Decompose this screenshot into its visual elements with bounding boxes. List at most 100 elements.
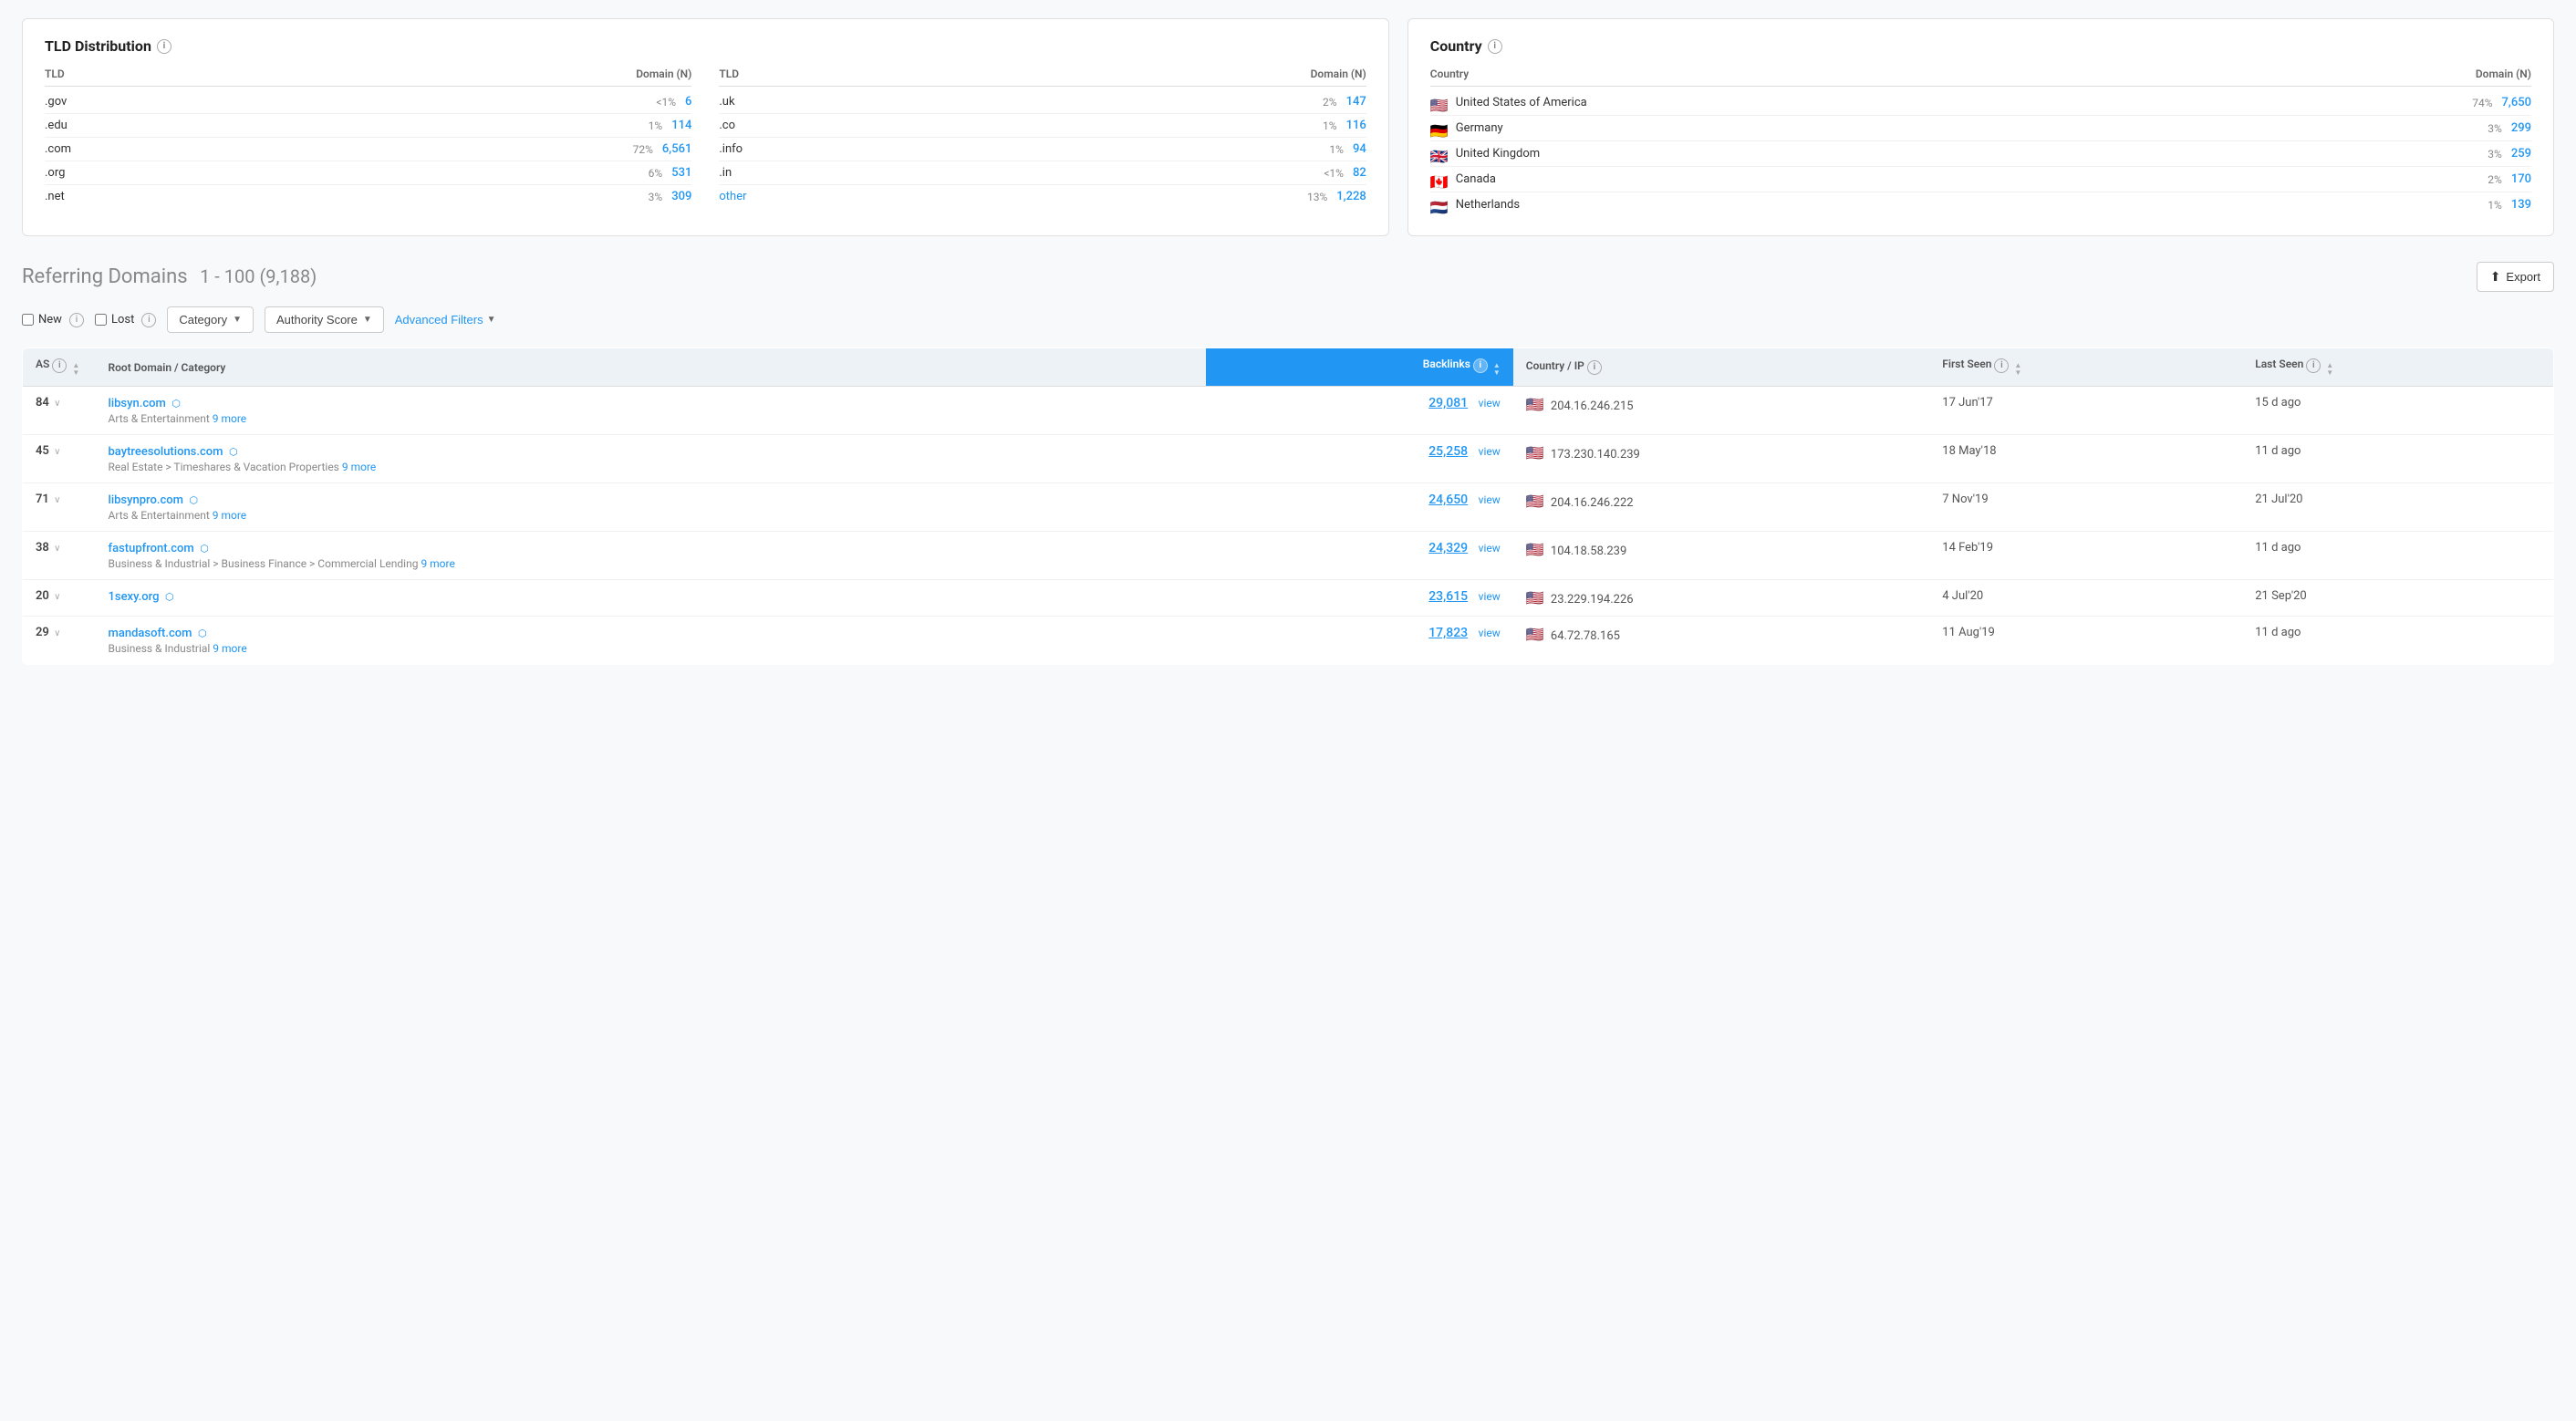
- backlinks-count-link[interactable]: 25,258: [1428, 444, 1468, 459]
- backlinks-info-icon[interactable]: i: [1473, 358, 1488, 373]
- country-count-link[interactable]: 170: [2511, 172, 2531, 186]
- country-left: 🇩🇪 Germany: [1430, 121, 1503, 135]
- th-last-seen[interactable]: Last Seen i ▲▼: [2242, 348, 2553, 387]
- tld-count-link[interactable]: 1,228: [1336, 190, 1366, 203]
- external-link-icon[interactable]: ⬡: [189, 494, 198, 506]
- backlinks-count-link[interactable]: 17,823: [1428, 626, 1468, 640]
- country-left: 🇺🇸 United States of America: [1430, 96, 1587, 109]
- country-count-link[interactable]: 7,650: [2502, 96, 2531, 109]
- more-categories-link[interactable]: 9 more: [421, 557, 454, 570]
- as-info-icon[interactable]: i: [52, 358, 67, 373]
- domain-link[interactable]: libsynpro.com: [109, 493, 183, 507]
- country-right: 2% 170: [2488, 172, 2531, 186]
- tld-pct: 3%: [649, 191, 663, 203]
- country-flag: 🇺🇸: [1430, 97, 1449, 109]
- expand-arrow-icon[interactable]: ∨: [54, 544, 60, 554]
- country-name: United Kingdom: [1456, 147, 1540, 161]
- tld-info-icon[interactable]: i: [157, 39, 171, 54]
- expand-arrow-icon[interactable]: ∨: [54, 495, 60, 505]
- tld-row: other 13% 1,228: [719, 185, 1366, 208]
- category-text: Real Estate > Timeshares & Vacation Prop…: [109, 461, 1193, 473]
- more-categories-link[interactable]: 9 more: [342, 461, 376, 473]
- country-count-link[interactable]: 299: [2511, 121, 2531, 135]
- expand-arrow-icon[interactable]: ∨: [54, 628, 60, 638]
- as-number: 29: [36, 626, 49, 639]
- row-flag: 🇺🇸: [1526, 396, 1544, 413]
- view-backlinks-link[interactable]: view: [1479, 397, 1501, 410]
- tld-label: .edu: [45, 119, 68, 132]
- country-ip-info-icon[interactable]: i: [1587, 360, 1602, 375]
- first-seen-info-icon[interactable]: i: [1994, 358, 2009, 373]
- tld-count-link[interactable]: 114: [671, 119, 691, 132]
- backlinks-count-link[interactable]: 24,329: [1428, 541, 1468, 555]
- view-backlinks-link[interactable]: view: [1479, 542, 1501, 555]
- country-right: 1% 139: [2488, 198, 2531, 212]
- view-backlinks-link[interactable]: view: [1479, 445, 1501, 458]
- country-count-link[interactable]: 259: [2511, 147, 2531, 161]
- external-link-icon[interactable]: ⬡: [200, 543, 209, 555]
- last-seen-info-icon[interactable]: i: [2306, 358, 2321, 373]
- external-link-icon[interactable]: ⬡: [198, 628, 207, 639]
- tld-pct: 13%: [1307, 191, 1327, 203]
- th-backlinks[interactable]: Backlinks i ▲▼: [1206, 348, 1513, 387]
- tld-count-link[interactable]: 82: [1353, 166, 1366, 180]
- export-button[interactable]: ⬆ Export: [2477, 262, 2554, 292]
- domain-link[interactable]: libsyn.com: [109, 397, 166, 410]
- country-flag: 🇩🇪: [1430, 122, 1449, 135]
- more-categories-link[interactable]: 9 more: [213, 509, 246, 522]
- new-filter-info-icon[interactable]: i: [69, 313, 84, 327]
- th-first-seen[interactable]: First Seen i ▲▼: [1929, 348, 2242, 387]
- domain-link[interactable]: mandasoft.com: [109, 627, 192, 640]
- category-dropdown[interactable]: Category ▼: [167, 306, 254, 333]
- view-backlinks-link[interactable]: view: [1479, 590, 1501, 603]
- expand-arrow-icon[interactable]: ∨: [54, 399, 60, 409]
- tld-count-link[interactable]: 6,561: [662, 142, 691, 156]
- backlinks-count-link[interactable]: 29,081: [1428, 396, 1468, 410]
- referring-domains-table: AS i ▲▼ Root Domain / Category Backlinks…: [22, 347, 2554, 665]
- more-categories-link[interactable]: 9 more: [213, 412, 246, 425]
- country-count-link[interactable]: 139: [2511, 198, 2531, 212]
- country-pct: 74%: [2472, 97, 2492, 109]
- more-categories-link[interactable]: 9 more: [213, 642, 246, 655]
- tld-count-link[interactable]: 94: [1353, 142, 1366, 156]
- new-filter-checkbox[interactable]: New i: [22, 313, 84, 327]
- lost-filter-checkbox[interactable]: Lost i: [95, 313, 156, 327]
- as-number: 84: [36, 396, 49, 410]
- as-number: 20: [36, 589, 49, 603]
- backlinks-cell: 17,823 view: [1206, 617, 1513, 665]
- domain-link[interactable]: baytreesolutions.com: [109, 445, 223, 459]
- backlinks-count-link[interactable]: 24,650: [1428, 493, 1468, 507]
- last-seen-cell: 11 d ago: [2242, 617, 2553, 665]
- external-link-icon[interactable]: ⬡: [165, 591, 174, 603]
- country-info-icon[interactable]: i: [1488, 39, 1502, 54]
- domain-cell: 1sexy.org ⬡: [96, 580, 1206, 617]
- ip-address: 23.229.194.226: [1551, 593, 1634, 607]
- advanced-filters-button[interactable]: Advanced Filters ▼: [395, 313, 496, 327]
- country-right: 3% 299: [2488, 121, 2531, 135]
- tld-count-link[interactable]: 116: [1346, 119, 1366, 132]
- tld-count-link[interactable]: 6: [685, 95, 691, 109]
- country-ip-cell: 🇺🇸 204.16.246.222: [1513, 483, 1930, 532]
- backlinks-count-link[interactable]: 23,615: [1428, 589, 1468, 604]
- external-link-icon[interactable]: ⬡: [229, 446, 238, 458]
- domain-link[interactable]: fastupfront.com: [109, 542, 194, 555]
- authority-score-dropdown[interactable]: Authority Score ▼: [265, 306, 384, 333]
- country-name: Germany: [1456, 121, 1503, 135]
- expand-arrow-icon[interactable]: ∨: [54, 592, 60, 602]
- last-seen-cell: 15 d ago: [2242, 387, 2553, 435]
- tld-other-link[interactable]: other: [719, 190, 746, 203]
- tld-count-link[interactable]: 147: [1346, 95, 1366, 109]
- view-backlinks-link[interactable]: view: [1479, 493, 1501, 506]
- ip-address: 104.18.58.239: [1551, 545, 1626, 558]
- domain-link[interactable]: 1sexy.org: [109, 590, 160, 604]
- tld-count-link[interactable]: 531: [671, 166, 691, 180]
- expand-arrow-icon[interactable]: ∨: [54, 447, 60, 457]
- external-link-icon[interactable]: ⬡: [171, 398, 181, 410]
- backlinks-cell: 29,081 view: [1206, 387, 1513, 435]
- country-flag: 🇳🇱: [1430, 199, 1449, 212]
- th-as[interactable]: AS i ▲▼: [23, 348, 96, 387]
- tld-count-link[interactable]: 309: [671, 190, 691, 203]
- view-backlinks-link[interactable]: view: [1479, 627, 1501, 639]
- country-left: 🇬🇧 United Kingdom: [1430, 147, 1540, 161]
- lost-filter-info-icon[interactable]: i: [141, 313, 156, 327]
